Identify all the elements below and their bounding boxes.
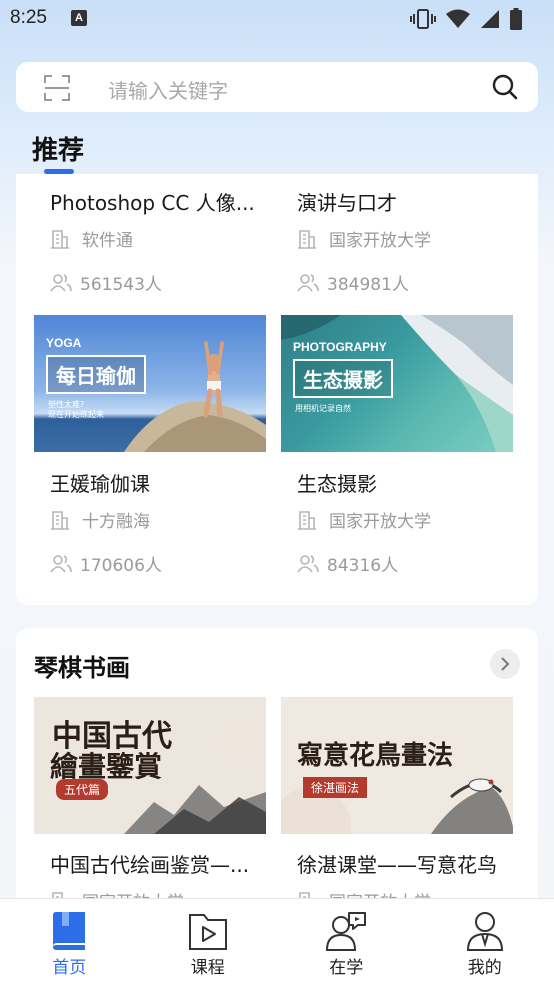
course-card[interactable]: Photoshop CC 人像... 软件通 561543人 <box>34 174 266 304</box>
course-card[interactable]: 寫意花鳥畫法 徐湛画法 徐湛课堂——写意花鸟 国家开放大学 <box>281 697 513 908</box>
course-card[interactable]: 演讲与口才 国家开放大学 384981人 <box>281 174 513 304</box>
course-learners: 170606人 <box>50 551 162 576</box>
photography-tag: PHOTOGRAPHY <box>293 340 387 354</box>
tab-courses-label: 课程 <box>190 958 225 978</box>
building-icon <box>298 510 316 530</box>
video-folder-icon <box>188 914 227 950</box>
status-bar: 8:25 A <box>0 0 554 40</box>
course-title: Photoshop CC 人像... <box>50 191 255 215</box>
building-icon <box>298 229 316 249</box>
users-icon <box>297 554 319 572</box>
yoga-thumbnail: YOGA 每日瑜伽 塑性太难? 现在开始练起来 <box>34 315 266 452</box>
course-learners: 84316人 <box>297 551 398 576</box>
tab-mine-label: 我的 <box>467 958 502 978</box>
provider-name: 十方融海 <box>82 512 150 532</box>
users-icon <box>50 554 72 572</box>
course-card[interactable]: YOGA 每日瑜伽 塑性太难? 现在开始练起来 王媛瑜伽课 十方融海 17060… <box>34 315 266 585</box>
painting-badge: 五代篇 <box>56 779 109 800</box>
search-input[interactable]: 请输入关键字 <box>108 75 228 104</box>
battery-icon <box>510 8 522 30</box>
learner-count: 561543人 <box>80 275 162 295</box>
learner-count: 84316人 <box>327 556 399 576</box>
course-learners: 561543人 <box>50 270 162 295</box>
flower-bird-line1: 寫意花鳥畫法 <box>297 741 454 771</box>
yoga-tag: YOGA <box>46 336 82 350</box>
building-icon <box>51 229 69 249</box>
recommend-title: 推荐 <box>32 136 85 166</box>
course-provider: 十方融海 <box>50 507 150 532</box>
course-title: 王媛瑜伽课 <box>50 472 150 496</box>
provider-name: 国家开放大学 <box>329 231 431 251</box>
course-title: 徐湛课堂——写意花鸟 <box>297 853 497 877</box>
bottom-tab-bar: 首页 课程 在学 我的 <box>0 898 554 984</box>
course-card[interactable]: 中国古代 繪畫鑒賞 五代篇 中国古代绘画鉴赏—... 国家开放大学 <box>34 697 266 908</box>
recommend-card: Photoshop CC 人像... 软件通 561543人 演讲与口才 国家开… <box>16 174 538 605</box>
wifi-icon <box>446 9 470 28</box>
signal-icon <box>481 10 499 28</box>
course-card[interactable]: PHOTOGRAPHY 生态摄影 用相机记录自然 生态摄影 国家开放大学 843… <box>281 315 513 585</box>
qinqi-card: 琴棋书画 中国古代 繪畫鑒賞 五代篇 中国古代绘画鉴赏—... 国家开放大学 <box>16 628 538 908</box>
course-provider: 软件通 <box>50 226 133 251</box>
tab-learning-label: 在学 <box>329 958 364 978</box>
qinqi-title: 琴棋书画 <box>34 654 130 682</box>
yoga-sub2: 现在开始练起来 <box>48 410 104 419</box>
learner-count: 170606人 <box>80 556 162 576</box>
photography-sub1: 用相机记录自然 <box>295 404 351 413</box>
tab-courses[interactable]: 课程 <box>139 899 278 984</box>
chevron-right-icon <box>501 657 510 671</box>
photography-headline: 生态摄影 <box>303 368 383 392</box>
course-provider: 国家开放大学 <box>297 507 431 532</box>
scan-icon[interactable] <box>44 75 70 101</box>
course-learners: 384981人 <box>297 270 409 295</box>
book-icon <box>53 912 86 950</box>
provider-name: 软件通 <box>82 231 133 251</box>
course-title: 生态摄影 <box>297 472 377 496</box>
qinqi-more-button[interactable] <box>490 649 520 679</box>
status-time: 8:25 <box>10 7 47 28</box>
yoga-headline-box: 每日瑜伽 <box>46 355 146 394</box>
course-title: 演讲与口才 <box>297 191 397 215</box>
status-icons <box>410 8 522 30</box>
search-icon[interactable] <box>492 74 518 100</box>
flower-bird-thumbnail: 寫意花鳥畫法 徐湛画法 <box>281 697 513 834</box>
users-icon <box>50 273 72 291</box>
building-icon <box>51 510 69 530</box>
yoga-headline: 每日瑜伽 <box>56 364 136 388</box>
provider-name: 国家开放大学 <box>329 512 431 532</box>
tab-home-label: 首页 <box>52 958 87 978</box>
learner-count: 384981人 <box>327 275 409 295</box>
tab-home[interactable]: 首页 <box>0 899 139 984</box>
search-bar[interactable]: 请输入关键字 <box>16 62 538 112</box>
photography-thumbnail: PHOTOGRAPHY 生态摄影 用相机记录自然 <box>281 315 513 452</box>
flower-bird-badge: 徐湛画法 <box>303 777 368 798</box>
vibrate-icon <box>410 9 436 29</box>
painting-thumbnail: 中国古代 繪畫鑒賞 五代篇 <box>34 697 266 834</box>
tab-learning[interactable]: 在学 <box>277 899 416 984</box>
course-title: 中国古代绘画鉴赏—... <box>50 853 250 877</box>
profile-icon <box>466 912 503 951</box>
photography-headline-box: 生态摄影 <box>293 359 393 398</box>
course-provider: 国家开放大学 <box>297 226 431 251</box>
users-icon <box>297 273 319 291</box>
tab-mine[interactable]: 我的 <box>416 899 554 984</box>
notification-a-icon: A <box>71 10 87 26</box>
learner-chat-icon <box>326 912 367 951</box>
